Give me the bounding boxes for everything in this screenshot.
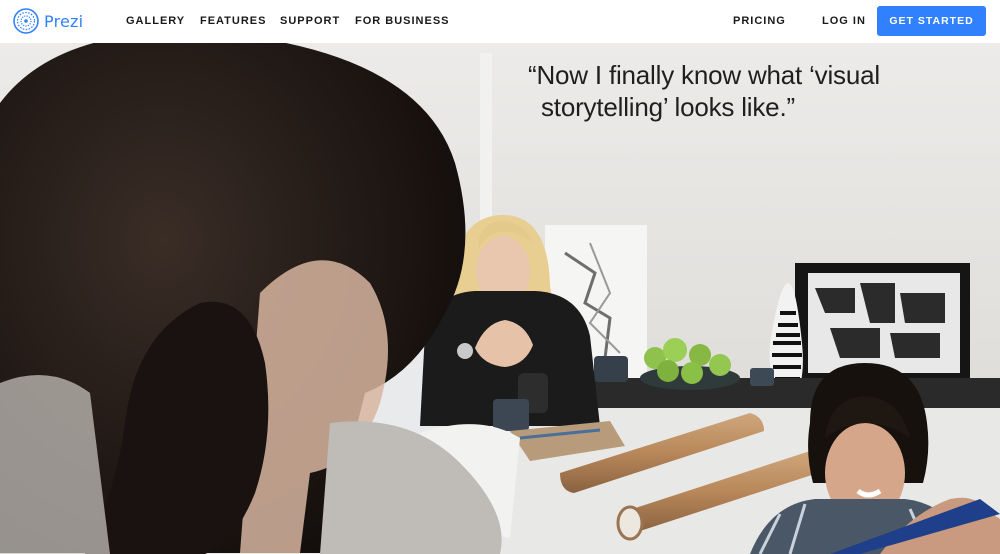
quote-line-2: storytelling’ looks like.” (541, 92, 795, 122)
hero-section: “Now I finally know what ‘visual storyte… (0, 43, 1000, 554)
get-started-button[interactable]: GET STARTED (877, 6, 986, 36)
nav-link-support[interactable]: SUPPORT (280, 0, 340, 43)
prezi-logo-icon (13, 8, 39, 34)
nav-link-features[interactable]: FEATURES (200, 0, 266, 43)
prezi-logo[interactable]: Prezi (13, 8, 83, 34)
testimonial-quote: “Now I finally know what ‘visual storyte… (528, 59, 968, 123)
nav-link-pricing[interactable]: PRICING (733, 0, 786, 43)
top-navigation-bar: Prezi GALLERY FEATURES SUPPORT FOR BUSIN… (0, 0, 1000, 43)
nav-link-log-in[interactable]: LOG IN (822, 0, 866, 43)
nav-link-gallery[interactable]: GALLERY (126, 0, 185, 43)
quote-line-1: “Now I finally know what ‘visual (528, 60, 880, 90)
brand-name: Prezi (44, 11, 84, 31)
nav-link-for-business[interactable]: FOR BUSINESS (355, 0, 450, 43)
